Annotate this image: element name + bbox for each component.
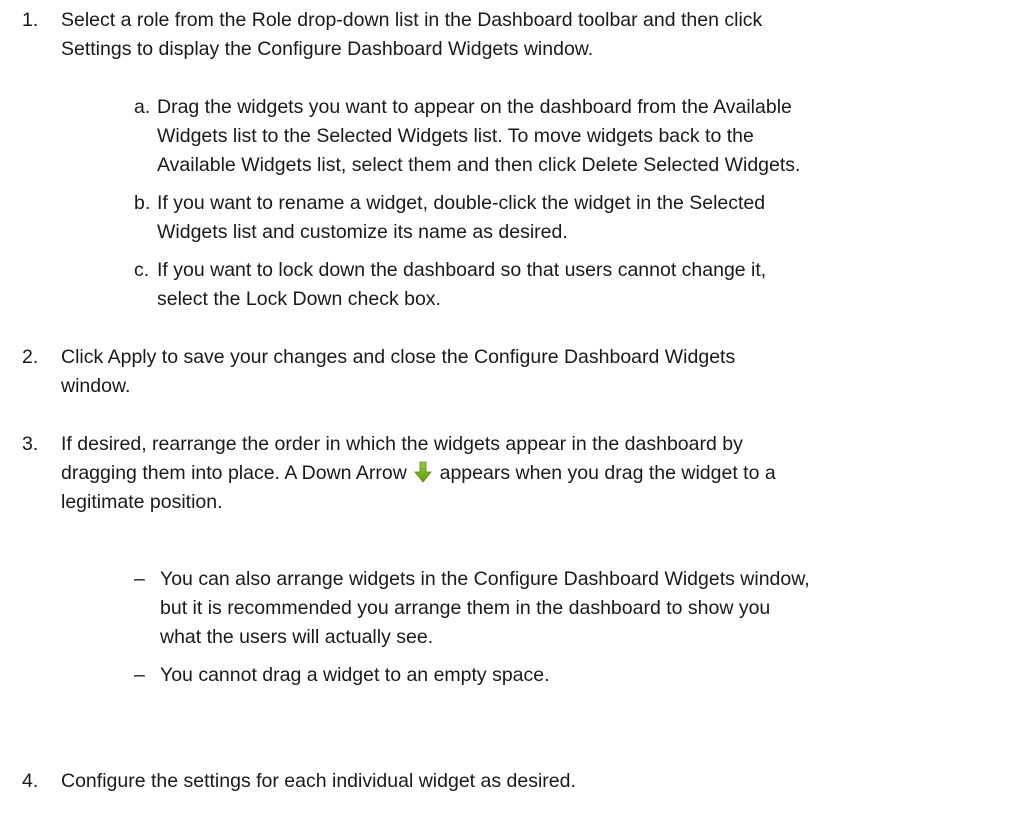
step-number: 3. bbox=[22, 433, 39, 455]
step-text-line: Configure the settings for each individu… bbox=[61, 770, 576, 792]
step-text-before-icon: dragging them into place. A Down Arrow bbox=[61, 462, 413, 484]
substep-text-line: Available Widgets list, select them and … bbox=[157, 154, 801, 176]
note-text-line: what the users will actually see. bbox=[160, 626, 434, 648]
down-arrow-icon bbox=[414, 461, 433, 483]
step-text-line: Settings to display the Configure Dashbo… bbox=[61, 38, 594, 60]
note-text-line: You can also arrange widgets in the Conf… bbox=[160, 568, 810, 590]
substep-letter: c. bbox=[134, 259, 150, 281]
step-text-line: window. bbox=[61, 375, 131, 397]
step-number: 4. bbox=[22, 770, 39, 792]
note-text-line: but it is recommended you arrange them i… bbox=[160, 597, 771, 619]
substep-text-line: Widgets list and customize its name as d… bbox=[157, 221, 568, 243]
step-text-line: If desired, rearrange the order in which… bbox=[61, 433, 743, 455]
down-arrow-icon-graphic bbox=[414, 461, 433, 483]
substep-text-line: select the Lock Down check box. bbox=[157, 288, 441, 310]
step-number: 1. bbox=[22, 9, 39, 31]
step-text-after-icon: appears when you drag the widget to a bbox=[434, 462, 776, 484]
note-text-line: You cannot drag a widget to an empty spa… bbox=[160, 664, 550, 686]
step-text-line-with-icon: dragging them into place. A Down Arrow a… bbox=[61, 459, 776, 488]
substep-text-line: Widgets list to the Selected Widgets lis… bbox=[157, 125, 754, 147]
substep-text-line: If you want to lock down the dashboard s… bbox=[157, 259, 767, 281]
step-text-line: Select a role from the Role drop-down li… bbox=[61, 9, 763, 31]
note-dash: – bbox=[134, 664, 145, 686]
substep-text-line: Drag the widgets you want to appear on t… bbox=[157, 96, 792, 118]
step-text-line: legitimate position. bbox=[61, 491, 223, 513]
step-text-line: Click Apply to save your changes and clo… bbox=[61, 346, 736, 368]
substep-letter: b. bbox=[134, 192, 151, 214]
step-number: 2. bbox=[22, 346, 39, 368]
substep-letter: a. bbox=[134, 96, 151, 118]
substep-text-line: If you want to rename a widget, double-c… bbox=[157, 192, 766, 214]
note-dash: – bbox=[134, 568, 145, 590]
